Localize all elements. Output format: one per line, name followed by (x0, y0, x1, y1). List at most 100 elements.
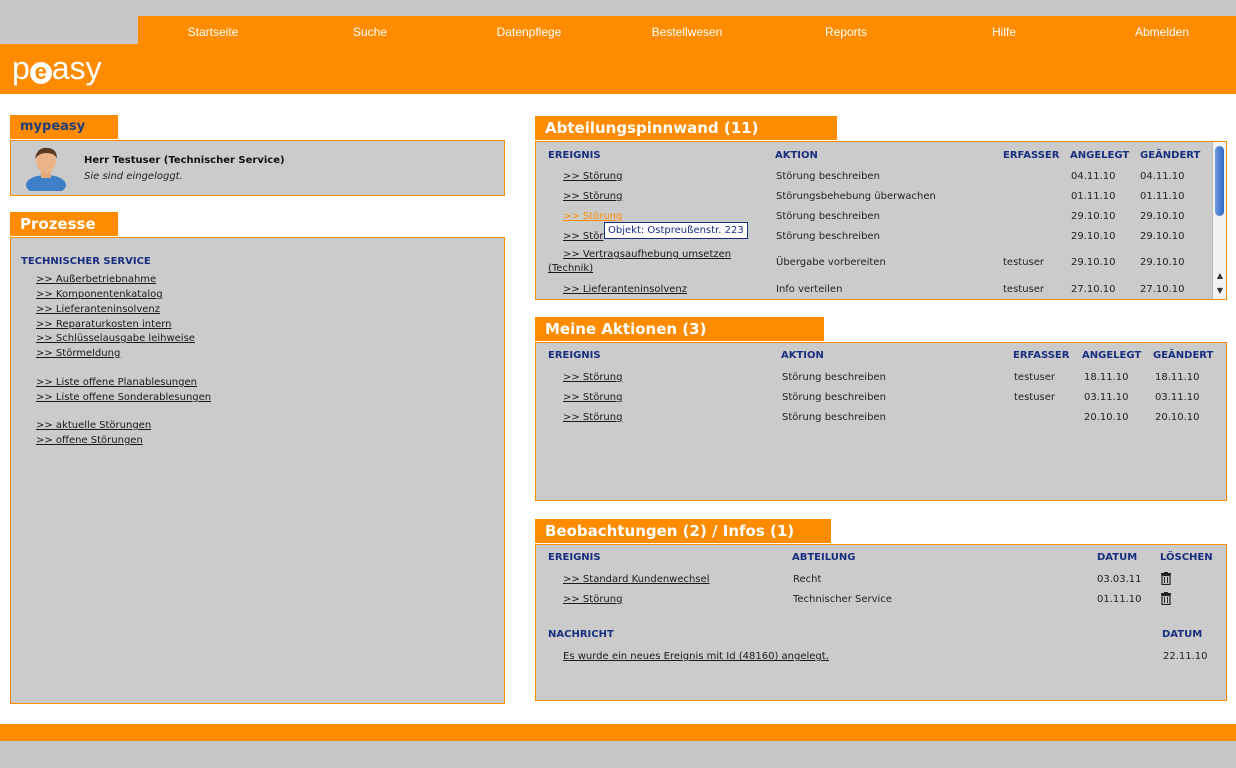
col-datum: DATUM (1097, 552, 1138, 563)
process-link[interactable]: >> Störmeldung (36, 348, 120, 359)
table-cell: Störung beschreiben (776, 171, 880, 182)
mypeasy-title: mypeasy (10, 115, 118, 139)
event-link[interactable]: >> Störung (563, 392, 622, 403)
process-link[interactable]: >> Komponentenkatalog (36, 289, 163, 300)
table-cell: testuser (1014, 392, 1056, 403)
table-cell: 29.10.10 (1071, 231, 1116, 242)
process-link[interactable]: >> offene Störungen (36, 435, 143, 446)
col-nachricht: NACHRICHT (548, 629, 614, 640)
nav-datenpflege[interactable]: Datenpflege (469, 25, 589, 39)
col-aktion: AKTION (781, 350, 824, 361)
col-loeschen: LÖSCHEN (1160, 552, 1213, 563)
section-technischer-service: TECHNISCHER SERVICE (21, 256, 151, 267)
beobachtungen-panel: EREIGNIS ABTEILUNG DATUM LÖSCHEN >> Stan… (535, 544, 1227, 701)
table-cell: 22.11.10 (1163, 651, 1208, 662)
process-link[interactable]: >> Liste offene Sonderablesungen (36, 392, 211, 403)
table-cell: 01.11.10 (1097, 594, 1142, 605)
process-link[interactable]: >> Liste offene Planablesungen (36, 377, 197, 388)
col-geaendert: GEÄNDERT (1153, 350, 1214, 361)
aktionen-panel: EREIGNIS AKTION ERFASSER ANGELEGT GEÄNDE… (535, 342, 1227, 501)
nav-hilfe[interactable]: Hilfe (944, 25, 1064, 39)
scroll-thumb[interactable] (1215, 146, 1224, 216)
process-link[interactable]: >> Lieferanteninsolvenz (36, 304, 160, 315)
event-link[interactable]: >> Lieferanteninsolvenz (563, 284, 687, 295)
table-cell: Störung beschreiben (776, 231, 880, 242)
event-link[interactable]: >> Störung (563, 191, 622, 202)
aktionen-title: Meine Aktionen (3) (535, 317, 824, 341)
event-link[interactable]: >> Stör (563, 231, 603, 242)
table-cell: Störung beschreiben (776, 211, 880, 222)
nav-suche[interactable]: Suche (310, 25, 430, 39)
user-name: Herr Testuser (Technischer Service) (84, 155, 285, 166)
col-aktion: AKTION (775, 150, 818, 161)
event-link[interactable]: >> Standard Kundenwechsel (563, 574, 710, 585)
process-link[interactable]: >> Reparaturkosten intern (36, 319, 172, 330)
mypeasy-panel: Herr Testuser (Technischer Service) Sie … (10, 140, 505, 196)
nav-startseite[interactable]: Startseite (153, 25, 273, 39)
col-abteilung: ABTEILUNG (792, 552, 856, 563)
table-cell: Technischer Service (793, 594, 892, 605)
table-cell: Störung beschreiben (782, 412, 886, 423)
message-link[interactable]: Es wurde ein neues Ereignis mit Id (4816… (563, 651, 829, 662)
col-datum: DATUM (1162, 629, 1203, 640)
table-cell: 29.10.10 (1140, 257, 1185, 268)
table-cell: Übergabe vorbereiten (776, 257, 886, 268)
trash-icon[interactable] (1160, 592, 1172, 605)
col-geaendert: GEÄNDERT (1140, 150, 1201, 161)
table-cell: 29.10.10 (1140, 211, 1185, 222)
footer-strip (0, 741, 1236, 768)
top-strip (0, 0, 1236, 16)
nav-abmelden[interactable]: Abmelden (1102, 25, 1222, 39)
pinnwand-panel: EREIGNIS AKTION ERFASSER ANGELEGT GEÄNDE… (535, 141, 1227, 300)
logo-p: p (12, 50, 30, 86)
event-link-continued[interactable]: (Technik) (548, 263, 593, 274)
peasy-logo[interactable]: p e asy (12, 50, 102, 87)
pinnwand-title: Abteilungspinnwand (11) (535, 116, 837, 140)
prozesse-title: Prozesse (10, 212, 118, 236)
event-link[interactable]: >> Störung (563, 412, 622, 423)
table-cell: 29.10.10 (1071, 211, 1116, 222)
footer-band (0, 724, 1236, 741)
scroll-down-arrow[interactable]: ▼ (1213, 285, 1226, 297)
col-angelegt: ANGELEGT (1070, 150, 1130, 161)
process-link[interactable]: >> Außerbetriebnahme (36, 274, 156, 285)
table-cell: 03.03.11 (1097, 574, 1142, 585)
nav-reports[interactable]: Reports (786, 25, 906, 39)
nav-bestellwesen[interactable]: Bestellwesen (627, 25, 747, 39)
event-link[interactable]: >> Störung (563, 594, 622, 605)
trash-icon[interactable] (1160, 572, 1172, 585)
beobachtungen-title: Beobachtungen (2) / Infos (1) (535, 519, 831, 543)
event-link[interactable]: >> Vertragsaufhebung umsetzen (563, 249, 731, 260)
event-link[interactable]: >> Störung (563, 171, 622, 182)
col-erfasser: ERFASSER (1013, 350, 1070, 361)
table-cell: testuser (1014, 372, 1056, 383)
prozesse-panel: TECHNISCHER SERVICE >> Außerbetriebnahme… (10, 237, 505, 704)
table-cell: 03.11.10 (1084, 392, 1129, 403)
avatar (26, 147, 66, 191)
logo-tab-bg (0, 16, 138, 44)
table-cell: 29.10.10 (1140, 231, 1185, 242)
table-cell: Info verteilen (776, 284, 843, 295)
login-status: Sie sind eingeloggt. (84, 171, 183, 182)
object-tooltip: Objekt: Ostpreußenstr. 223 (604, 222, 748, 239)
logo-e: e (29, 61, 52, 84)
table-cell: 29.10.10 (1071, 257, 1116, 268)
table-cell: Störung beschreiben (782, 372, 886, 383)
table-cell: 03.11.10 (1155, 392, 1200, 403)
event-link[interactable]: >> Störung (563, 372, 622, 383)
col-ereignis: EREIGNIS (548, 350, 601, 361)
table-cell: testuser (1003, 284, 1045, 295)
scroll-up-arrow[interactable]: ▲ (1213, 270, 1226, 282)
process-link[interactable]: >> aktuelle Störungen (36, 420, 151, 431)
pinnwand-scrollbar[interactable]: ▲ ▼ (1212, 142, 1226, 299)
table-cell: 18.11.10 (1084, 372, 1129, 383)
event-link-hovered[interactable]: >> Störung (563, 211, 622, 222)
table-cell: 27.10.10 (1071, 284, 1116, 295)
table-cell: testuser (1003, 257, 1045, 268)
col-ereignis: EREIGNIS (548, 552, 601, 563)
table-cell: 18.11.10 (1155, 372, 1200, 383)
col-ereignis: EREIGNIS (548, 150, 601, 161)
table-cell: 01.11.10 (1140, 191, 1185, 202)
process-link[interactable]: >> Schlüsselausgabe leihweise (36, 333, 195, 344)
table-cell: 27.10.10 (1140, 284, 1185, 295)
